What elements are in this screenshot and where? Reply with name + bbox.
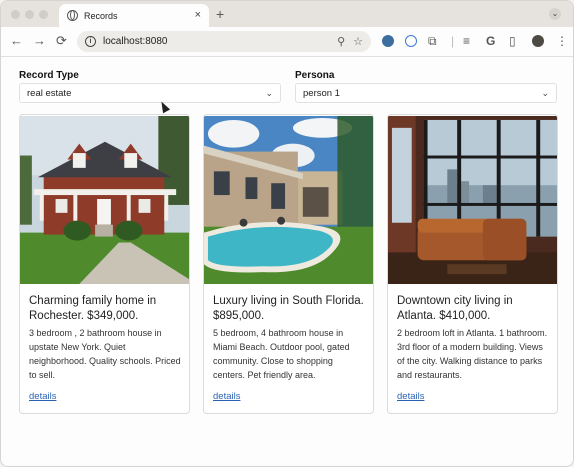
profile-avatar[interactable] [532,35,544,47]
reading-list-icon[interactable]: ≡ [463,33,470,49]
close-window-dot[interactable] [11,10,20,19]
reload-button[interactable]: ⟳ [56,33,67,49]
house-photo [20,115,189,285]
record-card: Charming family home in Rochester. $349,… [19,114,190,414]
browser-toolbar: ← → ⟳ i localhost:8080 ⚲ ☆ ⧉ | ≡ G ▯ ⋮ [1,27,573,57]
details-link[interactable]: details [29,391,56,402]
card-description: 3 bedroom , 2 bathroom house in upstate … [29,328,181,380]
tab-title: Records [84,10,118,21]
record-card: Luxury living in South Florida. $895,000… [203,114,374,414]
star-icon[interactable]: ☆ [353,35,363,48]
globe-icon [67,10,78,21]
info-icon[interactable]: i [85,36,96,47]
details-link[interactable]: details [213,391,240,402]
card-description: 5 bedroom, 4 bathroom house in Miami Bea… [213,328,350,380]
record-card: Downtown city living in Atlanta. $410,00… [387,114,558,414]
menu-icon[interactable]: ⋮ [556,33,568,49]
chevron-down-icon: ⌄ [541,87,549,98]
tab-strip: Records × + ⌄ [1,1,573,27]
side-panel-icon[interactable]: ▯ [509,33,516,49]
browser-window: Records × + ⌄ ← → ⟳ i localhost:8080 ⚲ ☆… [0,0,574,467]
google-icon[interactable]: G [486,33,495,49]
extensions-icon[interactable]: ⧉ [428,33,437,49]
address-bar[interactable]: i localhost:8080 ⚲ ☆ [77,31,371,52]
loft-photo [388,115,557,285]
tab-records[interactable]: Records × [59,4,209,27]
tab-close-icon[interactable]: × [195,10,201,21]
toolbar-divider: | [451,34,455,48]
chevron-down-icon: ⌄ [265,87,273,98]
address-url[interactable]: localhost:8080 [103,36,329,47]
maximize-window-dot[interactable] [39,10,48,19]
forward-button[interactable]: → [33,33,46,49]
card-title: Charming family home in Rochester. $349,… [29,295,157,322]
extension-icon[interactable] [382,35,394,47]
record-type-value: real estate [27,87,72,99]
new-tab-button[interactable]: + [216,6,224,22]
minimize-window-dot[interactable] [25,10,34,19]
back-button[interactable]: ← [10,33,23,49]
persona-value: person 1 [303,87,340,99]
record-type-select[interactable]: real estate ⌄ [19,83,281,103]
zoom-icon[interactable]: ⚲ [337,35,345,48]
persona-select[interactable]: person 1 ⌄ [295,83,557,103]
card-title: Downtown city living in Atlanta. $410,00… [397,295,513,322]
details-link[interactable]: details [397,391,424,402]
at-extension-icon[interactable] [405,35,417,47]
pool-house-photo [204,115,373,285]
page-content: Record Type real estate ⌄ Persona person… [1,58,573,466]
card-description: 2 bedroom loft in Atlanta. 1 bathroom. 3… [397,328,548,380]
persona-label: Persona [295,70,335,81]
tab-search-chevron-icon[interactable]: ⌄ [549,8,561,20]
record-type-label: Record Type [19,70,79,81]
card-title: Luxury living in South Florida. $895,000… [213,295,364,322]
